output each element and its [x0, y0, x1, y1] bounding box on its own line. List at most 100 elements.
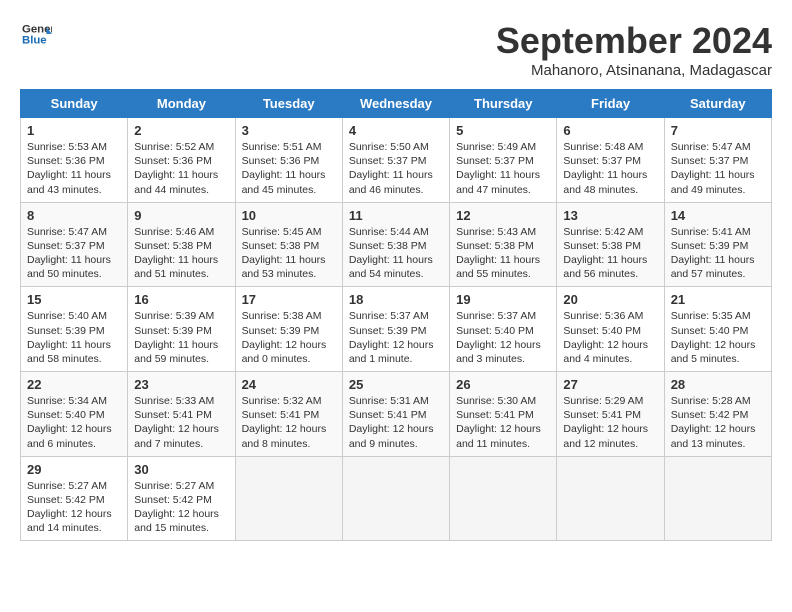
- day-number: 1: [27, 123, 121, 138]
- calendar-day: 4Sunrise: 5:50 AM Sunset: 5:37 PM Daylig…: [342, 118, 449, 203]
- calendar-day: [235, 456, 342, 541]
- header: General Blue September 2024 Mahanoro, At…: [20, 20, 772, 79]
- calendar-week-row: 8 Sunrise: 5:47 AM Sunset: 5:37 PM Daylig…: [21, 202, 772, 287]
- day-info: Sunrise: 5:45 AM Sunset: 5:38 PM Dayligh…: [242, 225, 336, 282]
- day-info: Sunrise: 5:37 AM Sunset: 5:40 PM Dayligh…: [456, 309, 550, 366]
- day-info: Sunrise: 5:50 AM Sunset: 5:37 PM Dayligh…: [349, 140, 443, 197]
- day-number: 2: [134, 123, 228, 138]
- day-info: Sunrise: 5:33 AM Sunset: 5:41 PM Dayligh…: [134, 394, 228, 451]
- day-info: Sunrise: 5:41 AM Sunset: 5:39 PM Dayligh…: [671, 225, 765, 282]
- calendar-day: 1 Sunrise: 5:53 AM Sunset: 5:36 PM Daylig…: [21, 118, 128, 203]
- day-number: 23: [134, 377, 228, 392]
- calendar-day: 12 Sunrise: 5:43 AM Sunset: 5:38 PM Dayli…: [450, 202, 557, 287]
- svg-text:Blue: Blue: [22, 35, 47, 47]
- day-info: Sunrise: 5:28 AM Sunset: 5:42 PM Dayligh…: [671, 394, 765, 451]
- day-info: Sunrise: 5:36 AM Sunset: 5:40 PM Dayligh…: [563, 309, 657, 366]
- calendar-day: 26Sunrise: 5:30 AM Sunset: 5:41 PM Dayli…: [450, 372, 557, 457]
- header-thursday: Thursday: [450, 90, 557, 118]
- calendar-day: 22 Sunrise: 5:34 AM Sunset: 5:40 PM Dayli…: [21, 372, 128, 457]
- calendar-week-row: 15 Sunrise: 5:40 AM Sunset: 5:39 PM Dayli…: [21, 287, 772, 372]
- calendar-day: 11 Sunrise: 5:44 AM Sunset: 5:38 PM Dayli…: [342, 202, 449, 287]
- day-info: Sunrise: 5:47 AM Sunset: 5:37 PM Dayligh…: [671, 140, 765, 197]
- day-info: Sunrise: 5:51 AM Sunset: 5:36 PM Dayligh…: [242, 140, 336, 197]
- day-info: Sunrise: 5:34 AM Sunset: 5:40 PM Dayligh…: [27, 394, 121, 451]
- day-info: Sunrise: 5:46 AM Sunset: 5:38 PM Dayligh…: [134, 225, 228, 282]
- day-number: 28: [671, 377, 765, 392]
- day-number: 14: [671, 208, 765, 223]
- day-info: Sunrise: 5:43 AM Sunset: 5:38 PM Dayligh…: [456, 225, 550, 282]
- header-tuesday: Tuesday: [235, 90, 342, 118]
- calendar-day: 25 Sunrise: 5:31 AM Sunset: 5:41 PM Dayli…: [342, 372, 449, 457]
- day-info: Sunrise: 5:40 AM Sunset: 5:39 PM Dayligh…: [27, 309, 121, 366]
- day-info: Sunrise: 5:29 AM Sunset: 5:41 PM Dayligh…: [563, 394, 657, 451]
- day-info: Sunrise: 5:38 AM Sunset: 5:39 PM Dayligh…: [242, 309, 336, 366]
- logo-icon: General Blue: [20, 20, 52, 48]
- logo: General Blue: [20, 20, 52, 48]
- day-number: 15: [27, 292, 121, 307]
- calendar-day: [450, 456, 557, 541]
- day-number: 19: [456, 292, 550, 307]
- day-number: 20: [563, 292, 657, 307]
- day-info: Sunrise: 5:48 AM Sunset: 5:37 PM Dayligh…: [563, 140, 657, 197]
- calendar-day: 2 Sunrise: 5:52 AM Sunset: 5:36 PM Daylig…: [128, 118, 235, 203]
- calendar-day: 29 Sunrise: 5:27 AM Sunset: 5:42 PM Dayli…: [21, 456, 128, 541]
- calendar-day: 3 Sunrise: 5:51 AM Sunset: 5:36 PM Daylig…: [235, 118, 342, 203]
- calendar-day: 28 Sunrise: 5:28 AM Sunset: 5:42 PM Dayli…: [664, 372, 771, 457]
- day-info: Sunrise: 5:53 AM Sunset: 5:36 PM Dayligh…: [27, 140, 121, 197]
- calendar-day: [342, 456, 449, 541]
- day-info: Sunrise: 5:52 AM Sunset: 5:36 PM Dayligh…: [134, 140, 228, 197]
- day-number: 17: [242, 292, 336, 307]
- calendar-day: 30Sunrise: 5:27 AM Sunset: 5:42 PM Dayli…: [128, 456, 235, 541]
- day-info: Sunrise: 5:27 AM Sunset: 5:42 PM Dayligh…: [27, 479, 121, 536]
- day-number: 13: [563, 208, 657, 223]
- day-info: Sunrise: 5:37 AM Sunset: 5:39 PM Dayligh…: [349, 309, 443, 366]
- calendar-day: 8 Sunrise: 5:47 AM Sunset: 5:37 PM Daylig…: [21, 202, 128, 287]
- calendar-header-row: SundayMondayTuesdayWednesdayThursdayFrid…: [21, 90, 772, 118]
- calendar-day: 7Sunrise: 5:47 AM Sunset: 5:37 PM Daylig…: [664, 118, 771, 203]
- calendar-day: 27Sunrise: 5:29 AM Sunset: 5:41 PM Dayli…: [557, 372, 664, 457]
- day-number: 11: [349, 208, 443, 223]
- header-monday: Monday: [128, 90, 235, 118]
- day-number: 3: [242, 123, 336, 138]
- calendar-day: 10Sunrise: 5:45 AM Sunset: 5:38 PM Dayli…: [235, 202, 342, 287]
- calendar-day: [664, 456, 771, 541]
- calendar-day: 15 Sunrise: 5:40 AM Sunset: 5:39 PM Dayli…: [21, 287, 128, 372]
- day-number: 8: [27, 208, 121, 223]
- day-info: Sunrise: 5:39 AM Sunset: 5:39 PM Dayligh…: [134, 309, 228, 366]
- calendar-day: 24Sunrise: 5:32 AM Sunset: 5:41 PM Dayli…: [235, 372, 342, 457]
- calendar-day: 19 Sunrise: 5:37 AM Sunset: 5:40 PM Dayli…: [450, 287, 557, 372]
- day-number: 22: [27, 377, 121, 392]
- day-number: 29: [27, 462, 121, 477]
- day-number: 12: [456, 208, 550, 223]
- day-info: Sunrise: 5:42 AM Sunset: 5:38 PM Dayligh…: [563, 225, 657, 282]
- day-number: 9: [134, 208, 228, 223]
- day-number: 25: [349, 377, 443, 392]
- day-info: Sunrise: 5:27 AM Sunset: 5:42 PM Dayligh…: [134, 479, 228, 536]
- calendar-day: [557, 456, 664, 541]
- day-info: Sunrise: 5:47 AM Sunset: 5:37 PM Dayligh…: [27, 225, 121, 282]
- calendar-day: 21 Sunrise: 5:35 AM Sunset: 5:40 PM Dayli…: [664, 287, 771, 372]
- day-number: 16: [134, 292, 228, 307]
- header-sunday: Sunday: [21, 90, 128, 118]
- day-info: Sunrise: 5:35 AM Sunset: 5:40 PM Dayligh…: [671, 309, 765, 366]
- calendar-week-row: 1 Sunrise: 5:53 AM Sunset: 5:36 PM Daylig…: [21, 118, 772, 203]
- calendar-day: 9 Sunrise: 5:46 AM Sunset: 5:38 PM Daylig…: [128, 202, 235, 287]
- day-number: 21: [671, 292, 765, 307]
- location-title: Mahanoro, Atsinanana, Madagascar: [496, 62, 772, 79]
- header-saturday: Saturday: [664, 90, 771, 118]
- header-friday: Friday: [557, 90, 664, 118]
- header-wednesday: Wednesday: [342, 90, 449, 118]
- calendar-week-row: 22 Sunrise: 5:34 AM Sunset: 5:40 PM Dayli…: [21, 372, 772, 457]
- calendar-day: 6 Sunrise: 5:48 AM Sunset: 5:37 PM Daylig…: [557, 118, 664, 203]
- calendar-week-row: 29 Sunrise: 5:27 AM Sunset: 5:42 PM Dayli…: [21, 456, 772, 541]
- calendar-day: 5Sunrise: 5:49 AM Sunset: 5:37 PM Daylig…: [450, 118, 557, 203]
- day-info: Sunrise: 5:31 AM Sunset: 5:41 PM Dayligh…: [349, 394, 443, 451]
- day-info: Sunrise: 5:49 AM Sunset: 5:37 PM Dayligh…: [456, 140, 550, 197]
- calendar-day: 16 Sunrise: 5:39 AM Sunset: 5:39 PM Dayli…: [128, 287, 235, 372]
- month-title: September 2024: [496, 20, 772, 62]
- day-number: 18: [349, 292, 443, 307]
- calendar: SundayMondayTuesdayWednesdayThursdayFrid…: [20, 89, 772, 541]
- day-number: 6: [563, 123, 657, 138]
- calendar-day: 23 Sunrise: 5:33 AM Sunset: 5:41 PM Dayli…: [128, 372, 235, 457]
- day-info: Sunrise: 5:44 AM Sunset: 5:38 PM Dayligh…: [349, 225, 443, 282]
